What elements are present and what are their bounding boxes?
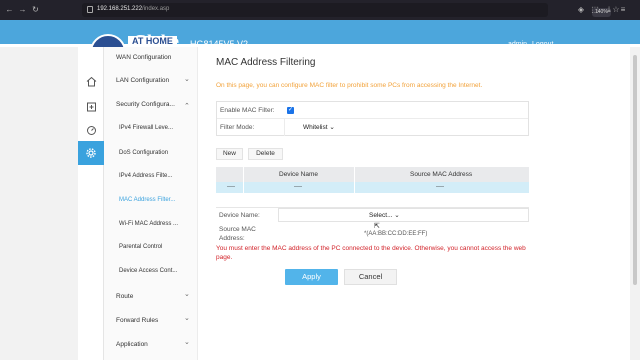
add-entry-form: Device Name: Select... ⌄ Source MAC Addre… [216, 207, 529, 242]
screen: ← → ↻ 192.168.251.222/index.asp 140% ☆ ◈… [0, 0, 640, 360]
home-icon[interactable] [78, 69, 104, 93]
menu-forward-rules[interactable]: Forward Rules [116, 317, 158, 324]
speed-icon[interactable] [78, 118, 104, 142]
page-title: MAC Address Filtering [216, 57, 316, 68]
row-mac-cell: ---- [436, 184, 444, 190]
device-name-select-value: Select... ⌄ [369, 212, 400, 219]
logo-subtitle: AT HOME [128, 36, 177, 46]
cancel-button[interactable]: Cancel [344, 269, 397, 285]
delete-button[interactable]: Delete [248, 148, 283, 160]
browser-toolbar: ← → ↻ 192.168.251.222/index.asp 140% ☆ ◈… [0, 0, 640, 20]
gear-icon[interactable] [78, 141, 104, 165]
menu-route[interactable]: Route [116, 293, 133, 300]
menu-dos-configuration[interactable]: DoS Configuration [119, 150, 168, 156]
new-button[interactable]: New [216, 148, 243, 160]
row-device-name-cell: ---- [294, 184, 302, 190]
back-icon[interactable]: ← [5, 5, 14, 14]
page-description: On this page, you can configure MAC filt… [216, 82, 483, 89]
chevron-down-icon[interactable]: ⌄ [184, 75, 190, 83]
filter-mode-divider [284, 119, 285, 136]
shield-icon[interactable]: ◈ [576, 4, 586, 15]
menu-lan-configuration[interactable]: LAN Configuration [116, 77, 169, 84]
mac-filter-table: Device Name Source MAC Address ---- ----… [216, 167, 529, 193]
warning-message: You must enter the MAC address of the PC… [216, 245, 526, 261]
device-icon[interactable] [78, 94, 104, 118]
chevron-down-icon[interactable]: ⌄ [184, 314, 190, 322]
filter-mode-row: Filter Mode: Whitelist ⌄ [217, 119, 528, 136]
menu-ipv4-firewall-level[interactable]: IPv4 Firewall Leve... [119, 125, 173, 131]
filter-settings-form: Enable MAC Filter: ✓ Filter Mode: Whitel… [216, 101, 529, 136]
mouse-cursor-icon: ⇱ [374, 223, 380, 230]
device-name-select[interactable]: Select... ⌄ [278, 208, 529, 222]
address-bar[interactable]: 192.168.251.222/index.asp 140% ☆ [82, 3, 620, 17]
extensions-icon[interactable]: ⬚ [590, 4, 600, 15]
row-select-cell: ---- [227, 184, 235, 190]
menu-parental-control[interactable]: Parental Control [119, 244, 162, 250]
chevron-up-icon[interactable]: ⌃ [184, 102, 190, 110]
main-content: MAC Address Filtering On this page, you … [198, 47, 630, 360]
menu-wan-configuration[interactable]: WAN Configuration [116, 54, 171, 61]
page-scrollbar[interactable] [630, 47, 640, 360]
table-row[interactable]: ---- ---- ---- [216, 182, 529, 193]
table-header: Device Name Source MAC Address [216, 167, 529, 182]
enable-row: Enable MAC Filter: ✓ [217, 102, 528, 119]
device-name-label: Device Name: [219, 212, 260, 219]
lock-icon [87, 6, 93, 13]
router-header: Globe HG8145V5 V2 admin Logout [0, 20, 640, 70]
filter-mode-select[interactable]: Whitelist ⌄ [303, 123, 335, 131]
column-divider [354, 167, 355, 193]
menu-security-configuration[interactable]: Security Configura... [116, 101, 175, 108]
icon-rail [78, 47, 104, 360]
download-icon[interactable]: ⤓ [604, 4, 614, 15]
chevron-down-icon[interactable]: ⌄ [184, 290, 190, 298]
scroll-thumb[interactable] [633, 55, 637, 285]
forward-icon[interactable]: → [18, 5, 27, 14]
filter-mode-label: Filter Mode: [220, 124, 255, 131]
menu-wifi-mac-address-filtering[interactable]: Wi-Fi MAC Address ... [119, 221, 178, 227]
menu-application[interactable]: Application [116, 341, 148, 348]
url-text: 192.168.251.222/index.asp [97, 6, 170, 12]
source-mac-label: Source MAC Address: [219, 226, 256, 242]
column-source-mac: Source MAC Address [410, 171, 473, 178]
menu-mac-address-filtering[interactable]: MAC Address Filter... [119, 197, 175, 203]
reload-icon[interactable]: ↻ [31, 5, 40, 14]
apply-button[interactable]: Apply [285, 269, 338, 285]
menu-icon[interactable]: ≡ [618, 4, 628, 15]
chevron-down-icon[interactable]: ⌄ [184, 338, 190, 346]
left-margin [0, 47, 78, 360]
menu-ipv4-address-filtering[interactable]: IPv4 Address Filte... [119, 173, 172, 179]
column-device-name: Device Name [279, 171, 319, 178]
side-menu: WAN Configuration LAN Configuration ⌄ Se… [104, 47, 198, 360]
column-divider [243, 167, 244, 193]
enable-label: Enable MAC Filter: [220, 107, 275, 114]
source-mac-input[interactable]: *(AA:BB:CC:DD:EE:FF) [364, 231, 427, 237]
menu-device-access-control[interactable]: Device Access Cont... [119, 268, 177, 274]
enable-mac-filter-checkbox[interactable]: ✓ [287, 107, 294, 114]
